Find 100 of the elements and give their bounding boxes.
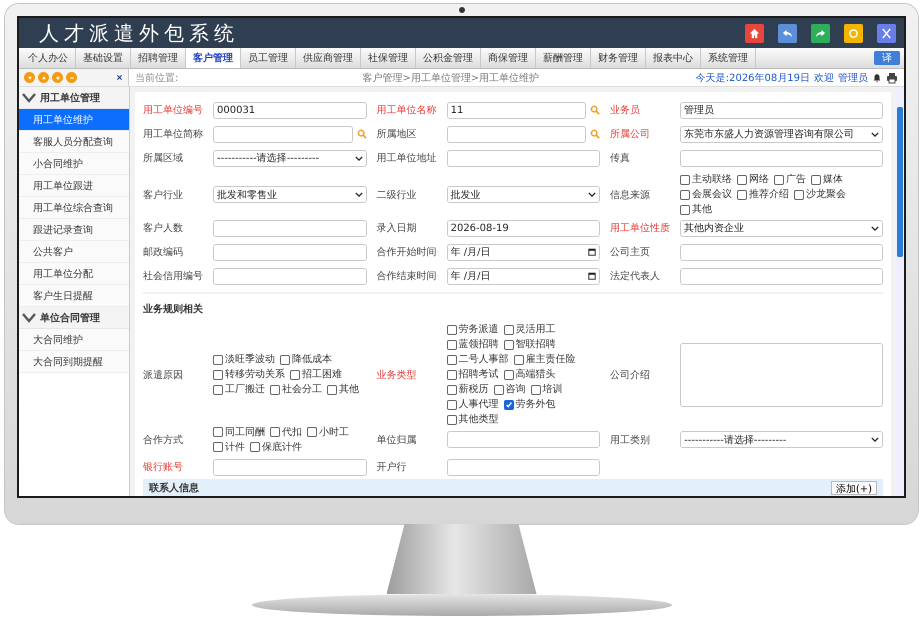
checkbox[interactable] [514,354,524,365]
checkbox[interactable] [504,400,514,410]
checkbox[interactable] [290,370,300,380]
checkbox[interactable] [737,174,748,184]
checkbox-label: 培训 [542,383,563,396]
text-field[interactable] [213,126,353,142]
checkbox[interactable] [327,384,337,395]
text-field[interactable] [680,268,883,285]
nav-tab[interactable]: 供应商管理 [296,48,361,68]
sidebar-item[interactable]: 跟进记录查询 [19,219,129,241]
home-button[interactable] [745,24,764,42]
checkbox[interactable] [213,370,223,380]
nav-tab[interactable]: 报表中心 [646,48,701,68]
checkbox[interactable] [213,354,223,365]
text-field[interactable] [446,458,600,476]
checkbox[interactable] [213,427,223,438]
checkbox[interactable] [680,190,690,200]
text-field[interactable] [213,458,367,476]
checkbox-label: 灵活用工 [516,323,556,336]
sidebar-item[interactable]: 用工单位跟进 [19,175,129,197]
power-button[interactable] [844,24,863,42]
checkbox[interactable] [446,414,457,425]
bell-icon[interactable] [872,72,882,82]
printer-icon[interactable] [886,72,898,84]
checkbox[interactable] [213,442,223,452]
checkbox[interactable] [446,384,457,395]
user-link[interactable]: 管理员 [838,70,868,84]
text-field[interactable] [446,431,600,448]
checkbox[interactable] [446,354,457,365]
checkbox[interactable] [213,384,223,395]
checkbox[interactable] [280,354,290,365]
text-field[interactable] [680,150,883,166]
checkbox[interactable] [680,204,690,214]
checkbox[interactable] [680,174,690,184]
dropdown[interactable]: 其他内资企业 [680,220,883,237]
text-field[interactable] [446,150,600,166]
nav-tab[interactable]: 商保管理 [481,48,536,68]
checkbox[interactable] [250,442,260,452]
text-field[interactable]: 000031 [213,102,367,118]
dropdown[interactable]: 批发业 [446,186,600,203]
nav-tab[interactable]: 系统管理 [701,48,756,68]
checkbox[interactable] [530,384,541,395]
translate-button[interactable]: 译 [874,51,900,65]
sidebar-item[interactable]: 大合同维护 [19,329,129,351]
nav-tab[interactable]: 客户管理 [186,48,241,68]
nav-tab[interactable]: 个人办公 [21,48,76,68]
dropdown[interactable]: 批发和零售业 [213,186,367,203]
checkbox[interactable] [270,384,280,395]
sidebar-item[interactable]: 用工单位分配 [19,263,129,285]
checkbox[interactable] [494,384,504,395]
checkbox[interactable] [737,190,748,200]
field-label: 银行账号 [143,460,184,474]
date-field[interactable]: 年 /月/日 [446,268,600,285]
nav-tab[interactable]: 基础设置 [76,48,131,68]
menu-group-header[interactable]: 单位合同管理 [19,307,129,329]
text-field[interactable]: 11 [446,102,586,118]
menu-group-header[interactable]: 用工单位管理 [19,87,129,109]
text-field[interactable] [213,244,367,261]
text-field[interactable]: 2026-08-19 [446,220,600,237]
text-field[interactable] [213,268,367,285]
nav-tab[interactable]: 公积金管理 [416,48,481,68]
sidebar-item[interactable]: 公共客户 [19,241,129,263]
checkbox[interactable] [504,370,514,380]
checkbox[interactable] [504,324,514,335]
text-field[interactable]: 管理员 [680,102,883,118]
scrollbar[interactable] [896,87,904,496]
sidebar-item[interactable]: 用工单位维护 [19,109,129,131]
calendar-icon [588,248,596,256]
sidebar-item[interactable]: 客服人员分配查询 [19,131,129,153]
sidebar-item[interactable]: 用工单位综合查询 [19,197,129,219]
nav-tab[interactable]: 员工管理 [241,48,296,68]
sidebar-item[interactable]: 客户生日提醒 [19,285,129,307]
dropdown[interactable]: -----------请选择--------- [213,150,367,166]
back-button[interactable] [778,24,797,42]
close-button[interactable] [877,24,896,42]
checkbox[interactable] [446,324,457,335]
checkbox[interactable] [446,340,457,350]
checkbox[interactable] [446,400,457,410]
dropdown[interactable]: -----------请选择--------- [680,431,883,448]
text-field[interactable] [680,244,883,261]
checkbox[interactable] [811,174,822,184]
nav-tab[interactable]: 薪酬管理 [536,48,591,68]
close-icon[interactable] [116,74,123,81]
text-field[interactable] [446,126,586,142]
date-field[interactable]: 年 /月/日 [446,244,600,261]
checkbox[interactable] [504,340,514,350]
sidebar-item[interactable]: 小合同维护 [19,153,129,175]
checkbox[interactable] [774,174,784,184]
checkbox[interactable] [446,370,457,380]
dropdown[interactable]: 东莞市东盛人力资源管理咨询有限公司 [680,126,883,142]
checkbox[interactable] [270,427,280,438]
nav-tab[interactable]: 社保管理 [361,48,416,68]
sidebar-item[interactable]: 大合同到期提醒 [19,351,129,373]
checkbox[interactable] [307,427,317,438]
checkbox[interactable] [794,190,804,200]
text-field[interactable] [213,220,367,237]
breadcrumb: 客户管理>用工单位管理>用工单位维护 [362,72,540,84]
add-button[interactable]: 添加(+) [830,480,877,495]
forward-button[interactable] [811,24,830,42]
nav-tab[interactable]: 财务管理 [591,48,646,68]
